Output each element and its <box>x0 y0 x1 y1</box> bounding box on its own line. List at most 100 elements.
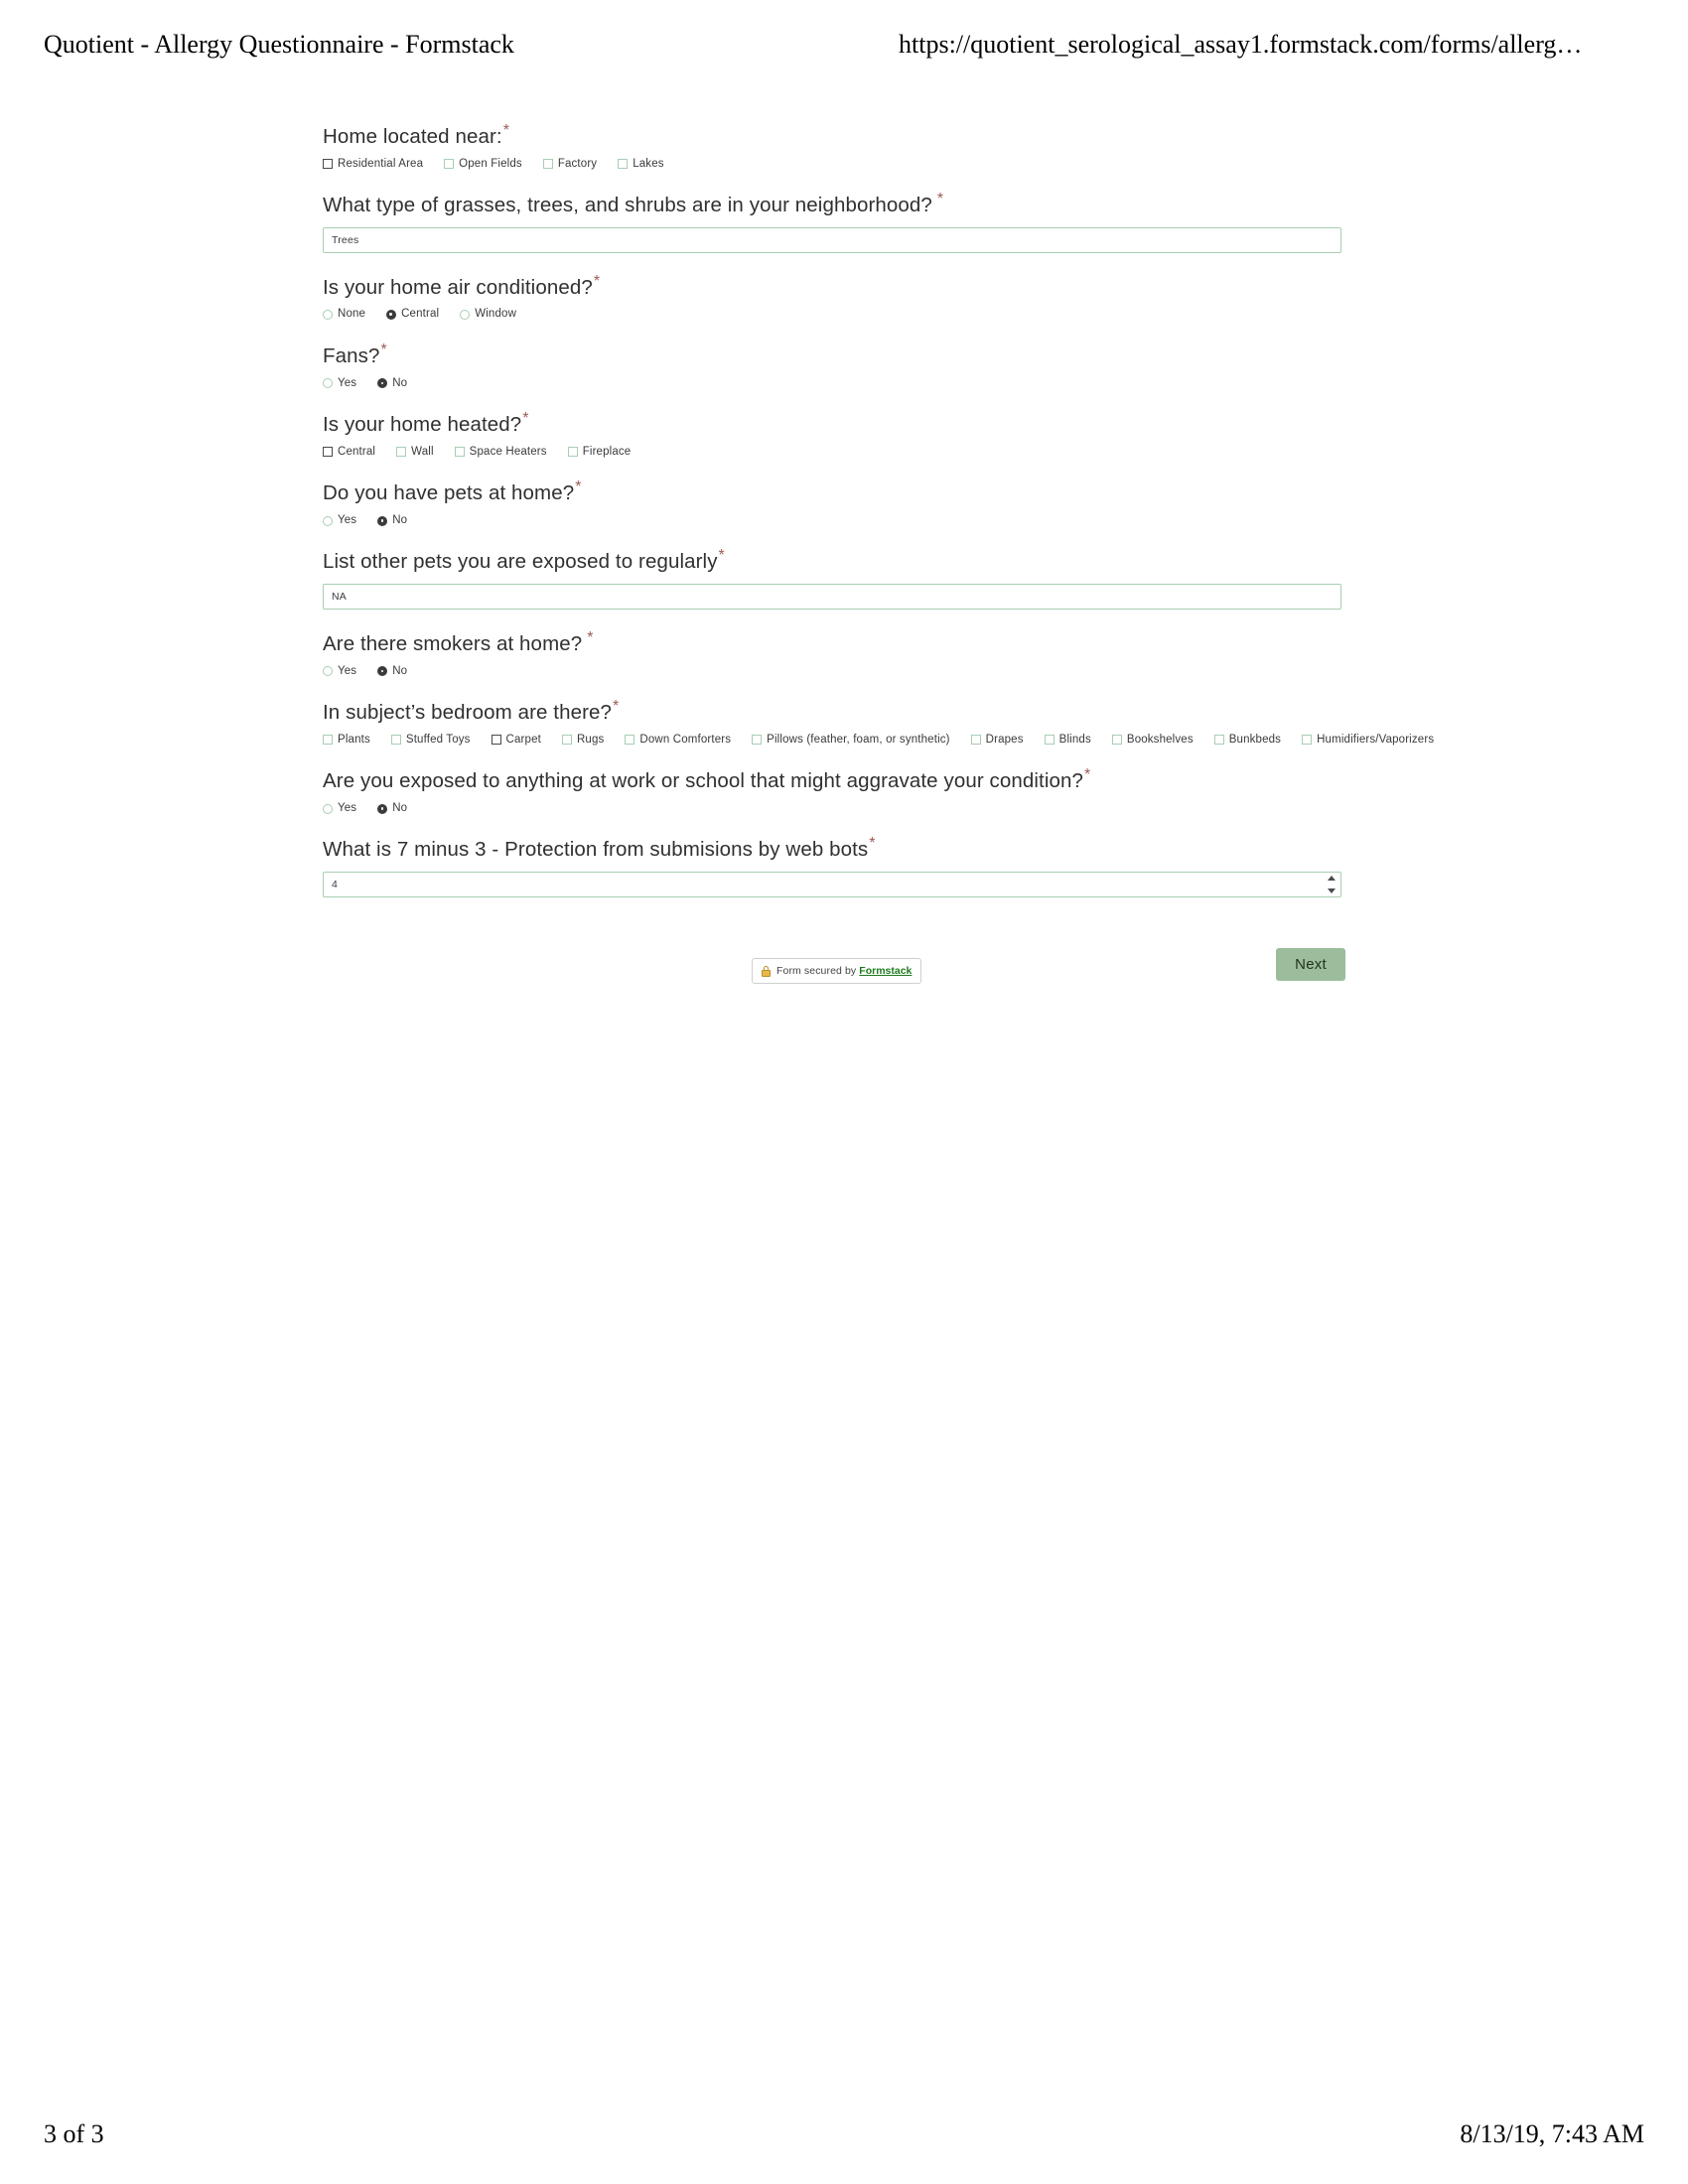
radio-option-window[interactable]: Window <box>460 309 516 321</box>
form-footer: Form secured by Formstack Next <box>323 948 1345 1008</box>
radio-option-no[interactable]: No <box>377 377 407 390</box>
required-asterisk: * <box>502 122 510 140</box>
checkbox-icon[interactable] <box>1213 735 1224 746</box>
checkbox-option-bunkbeds[interactable]: Bunkbeds <box>1213 733 1282 747</box>
checkbox-option-bookshelves[interactable]: Bookshelves <box>1111 734 1194 747</box>
checkbox-icon[interactable] <box>625 735 635 746</box>
checkbox-icon[interactable] <box>1111 735 1122 746</box>
checkbox-icon[interactable] <box>323 447 333 458</box>
required-asterisk: * <box>936 191 944 208</box>
checkbox-option-open-fields[interactable]: Open Fields <box>444 158 522 171</box>
checkbox-option-stuffed-toys[interactable]: Stuffed Toys <box>390 734 471 747</box>
chevron-down-icon[interactable] <box>1328 887 1336 893</box>
radio-option-central[interactable]: Central <box>386 309 439 321</box>
chevron-up-icon[interactable] <box>1328 875 1336 881</box>
input-wrapper <box>323 871 1345 897</box>
question-label: Are you exposed to anything at work or s… <box>323 766 1091 793</box>
question-label: Do you have pets at home?* <box>323 478 582 505</box>
radio-icon[interactable] <box>460 310 471 321</box>
question-label: Is your home air conditioned?* <box>323 272 601 299</box>
option-label: Residential Area <box>338 157 424 170</box>
checkbox-option-central[interactable]: Central <box>323 446 375 459</box>
radio-icon[interactable] <box>323 515 333 526</box>
field-home-heated: Is your home heated?* Central Wall Space… <box>323 410 1345 459</box>
radio-option-no[interactable]: No <box>377 665 407 678</box>
checkbox-option-lakes[interactable]: Lakes <box>618 158 664 171</box>
checkbox-option-carpet[interactable]: Carpet <box>491 734 541 747</box>
lock-body <box>762 969 771 977</box>
number-stepper[interactable] <box>1326 875 1337 893</box>
radio-icon[interactable] <box>323 310 333 321</box>
radio-icon[interactable] <box>323 666 333 677</box>
checkbox-option-plants[interactable]: Plants <box>323 734 370 747</box>
radio-option-none[interactable]: None <box>323 309 365 321</box>
checkbox-option-fireplace[interactable]: Fireplace <box>567 446 632 459</box>
option-label: Rugs <box>576 733 605 746</box>
checkbox-icon[interactable] <box>491 735 501 746</box>
required-asterisk: * <box>587 629 594 647</box>
checkbox-option-rugs[interactable]: Rugs <box>561 733 605 747</box>
radio-icon[interactable] <box>323 378 333 389</box>
neighborhood-vegetation-input[interactable] <box>323 226 1341 253</box>
option-label: Bunkbeds <box>1228 733 1282 746</box>
radio-icon-selected[interactable] <box>386 310 397 321</box>
checkbox-option-pillows[interactable]: Pillows (feather, foam, or synthetic) <box>752 734 950 747</box>
radio-option-no[interactable]: No <box>377 513 408 527</box>
checkbox-option-wall[interactable]: Wall <box>396 446 434 459</box>
checkbox-icon[interactable] <box>323 159 333 170</box>
radio-icon-selected[interactable] <box>377 803 388 814</box>
checkbox-icon[interactable] <box>444 159 455 170</box>
checkbox-icon[interactable] <box>323 735 333 746</box>
question-label: Is your home heated?* <box>323 410 529 436</box>
checkbox-icon[interactable] <box>561 735 572 746</box>
radio-icon-selected[interactable] <box>377 378 388 389</box>
field-home-located-near: Home located near:* Residential Area Ope… <box>323 122 1345 171</box>
question-label: Fans?* <box>323 341 387 367</box>
other-pets-input[interactable] <box>323 583 1341 610</box>
formstack-link[interactable]: Formstack <box>859 965 912 977</box>
checkbox-icon[interactable] <box>454 447 465 458</box>
radio-group-pets-at-home: Yes No <box>323 513 1345 527</box>
radio-option-yes[interactable]: Yes <box>323 377 356 390</box>
checkbox-icon[interactable] <box>1044 735 1055 746</box>
required-asterisk: * <box>380 341 387 359</box>
option-label: No <box>392 513 408 526</box>
form-security-badge: Form secured by Formstack <box>752 958 922 984</box>
radio-option-yes[interactable]: Yes <box>323 514 356 527</box>
radio-icon-selected[interactable] <box>377 515 388 526</box>
checkbox-option-blinds[interactable]: Blinds <box>1044 734 1091 747</box>
checkbox-icon[interactable] <box>618 159 629 170</box>
checkbox-icon[interactable] <box>542 159 553 170</box>
input-wrapper <box>323 583 1345 610</box>
checkbox-icon[interactable] <box>396 447 407 458</box>
option-label: Humidifiers/Vaporizers <box>1317 733 1435 746</box>
radio-option-yes[interactable]: Yes <box>323 665 356 678</box>
checkbox-option-factory[interactable]: Factory <box>542 158 597 171</box>
allergy-questionnaire-form: Home located near:* Residential Area Ope… <box>323 122 1434 897</box>
radio-option-yes[interactable]: Yes <box>323 802 356 815</box>
checkbox-option-residential-area[interactable]: Residential Area <box>323 157 424 171</box>
checkbox-option-drapes[interactable]: Drapes <box>970 734 1024 747</box>
checkbox-icon[interactable] <box>970 735 981 746</box>
radio-icon-selected[interactable] <box>377 666 388 677</box>
checkbox-icon[interactable] <box>567 447 578 458</box>
next-button[interactable]: Next <box>1276 948 1345 981</box>
bot-protection-input[interactable] <box>323 871 1341 897</box>
radio-icon[interactable] <box>323 803 333 814</box>
question-label: Home located near:* <box>323 122 510 148</box>
checkbox-icon[interactable] <box>752 735 763 746</box>
field-fans: Fans?* Yes No <box>323 341 1345 390</box>
checkbox-option-humidifiers-vaporizers[interactable]: Humidifiers/Vaporizers <box>1302 733 1435 747</box>
checkbox-icon[interactable] <box>1302 735 1313 746</box>
field-neighborhood-vegetation: What type of grasses, trees, and shrubs … <box>323 191 1345 253</box>
checkbox-icon[interactable] <box>390 735 401 746</box>
radio-option-no[interactable]: No <box>377 802 407 815</box>
checkbox-option-space-heaters[interactable]: Space Heaters <box>454 446 547 459</box>
checkbox-option-down-comforters[interactable]: Down Comforters <box>625 734 731 747</box>
